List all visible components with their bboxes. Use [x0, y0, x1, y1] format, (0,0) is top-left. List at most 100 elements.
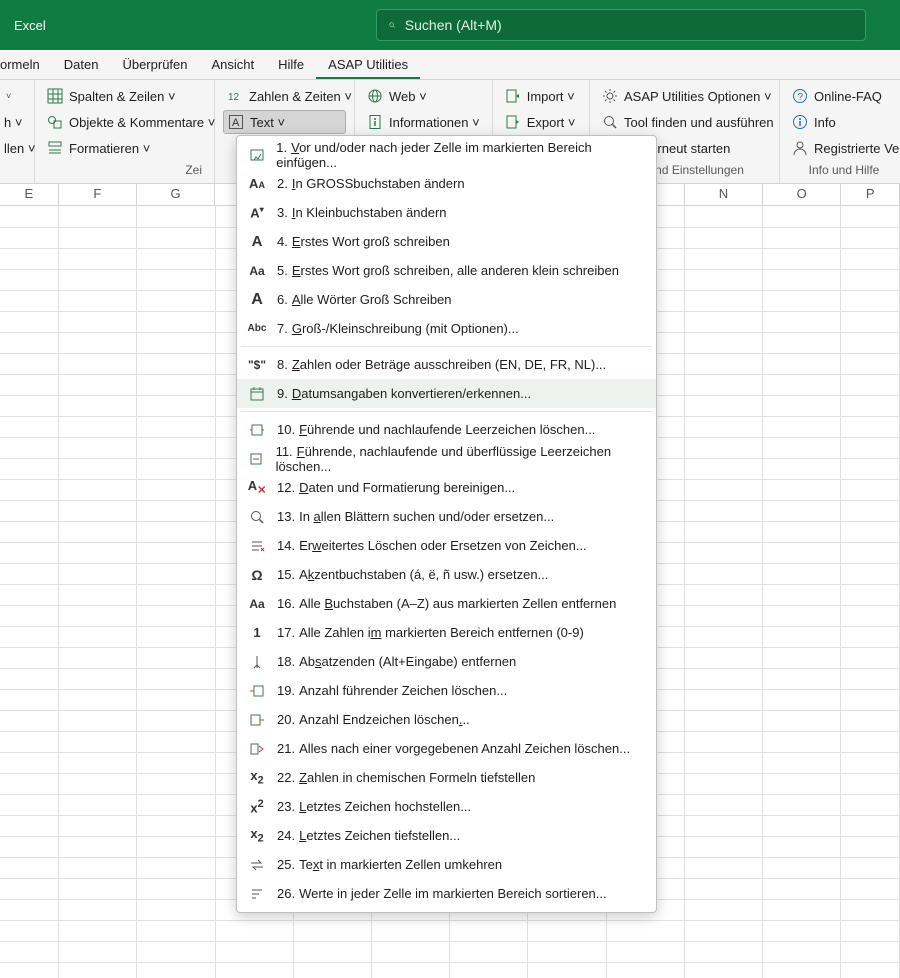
format-button[interactable]: Formatieren ˅	[43, 136, 206, 160]
cell[interactable]	[59, 437, 137, 458]
cell[interactable]	[0, 311, 59, 332]
cell[interactable]	[293, 920, 371, 941]
cell[interactable]	[0, 416, 59, 437]
cell[interactable]	[137, 248, 215, 269]
cell[interactable]	[684, 206, 762, 227]
cell[interactable]	[0, 584, 59, 605]
cell[interactable]	[59, 227, 137, 248]
cell[interactable]	[841, 689, 900, 710]
cell[interactable]	[0, 773, 59, 794]
tab-ormeln[interactable]: ormeln	[0, 51, 52, 79]
menu-item-11[interactable]: 11.Führende, nachlaufende und überflüssi…	[237, 444, 656, 473]
cell[interactable]	[59, 353, 137, 374]
cell[interactable]	[59, 962, 137, 978]
cell[interactable]	[762, 416, 840, 437]
cell[interactable]	[137, 941, 215, 962]
cell[interactable]	[0, 899, 59, 920]
cell[interactable]	[293, 941, 371, 962]
cell[interactable]	[684, 395, 762, 416]
cell[interactable]	[137, 395, 215, 416]
menu-item-22[interactable]: x222.Zahlen in chemischen Formeln tiefst…	[237, 763, 656, 792]
cell[interactable]	[841, 479, 900, 500]
cell[interactable]	[841, 626, 900, 647]
cell[interactable]	[137, 647, 215, 668]
cell[interactable]	[59, 374, 137, 395]
web-button[interactable]: Web ˅	[363, 84, 484, 108]
cell[interactable]	[684, 962, 762, 978]
cell[interactable]	[450, 920, 528, 941]
cell[interactable]	[684, 794, 762, 815]
cell[interactable]	[762, 332, 840, 353]
cell[interactable]	[684, 815, 762, 836]
cell[interactable]	[841, 920, 900, 941]
cell[interactable]	[0, 836, 59, 857]
cell[interactable]	[841, 668, 900, 689]
cell[interactable]	[841, 773, 900, 794]
cell[interactable]	[841, 374, 900, 395]
columns-rows-button[interactable]: Spalten & Zeilen ˅	[43, 84, 206, 108]
menu-item-20[interactable]: 20.Anzahl Endzeichen löschen...	[237, 705, 656, 734]
cell[interactable]	[59, 647, 137, 668]
cell[interactable]	[137, 689, 215, 710]
cell[interactable]	[59, 500, 137, 521]
cell[interactable]	[684, 563, 762, 584]
cell[interactable]	[59, 290, 137, 311]
cell[interactable]	[0, 500, 59, 521]
cell[interactable]	[0, 542, 59, 563]
cell[interactable]	[0, 689, 59, 710]
cell[interactable]	[59, 731, 137, 752]
cell[interactable]	[684, 521, 762, 542]
column-header[interactable]: O	[763, 184, 841, 206]
cell[interactable]	[841, 248, 900, 269]
cell[interactable]	[137, 962, 215, 978]
menu-item-8[interactable]: "$"8.Zahlen oder Beträge ausschreiben (E…	[237, 350, 656, 379]
cell[interactable]	[762, 479, 840, 500]
cell[interactable]	[0, 269, 59, 290]
cell[interactable]	[841, 857, 900, 878]
cell[interactable]	[762, 647, 840, 668]
menu-item-6[interactable]: A6.Alle Wörter Groß Schreiben	[237, 285, 656, 314]
cell[interactable]	[59, 542, 137, 563]
cell[interactable]	[59, 710, 137, 731]
cell[interactable]	[841, 290, 900, 311]
cell[interactable]	[684, 437, 762, 458]
cell[interactable]	[841, 395, 900, 416]
cell[interactable]	[762, 374, 840, 395]
cell[interactable]	[841, 899, 900, 920]
menu-item-19[interactable]: 19.Anzahl führender Zeichen löschen...	[237, 676, 656, 705]
tab-ansicht[interactable]: Ansicht	[200, 51, 267, 79]
cell[interactable]	[137, 773, 215, 794]
cell[interactable]	[762, 458, 840, 479]
menu-item-21[interactable]: 21.Alles nach einer vorgegebenen Anzahl …	[237, 734, 656, 763]
cell[interactable]	[841, 605, 900, 626]
cell[interactable]	[841, 269, 900, 290]
cell[interactable]	[0, 290, 59, 311]
menu-item-24[interactable]: x224.Letztes Zeichen tiefstellen...	[237, 821, 656, 850]
cell[interactable]	[371, 962, 449, 978]
cell[interactable]	[59, 479, 137, 500]
cell[interactable]	[0, 479, 59, 500]
cell[interactable]	[762, 857, 840, 878]
cell[interactable]	[841, 563, 900, 584]
cell[interactable]	[59, 941, 137, 962]
cell[interactable]	[841, 458, 900, 479]
cell[interactable]	[684, 920, 762, 941]
cell[interactable]	[528, 941, 606, 962]
menu-item-26[interactable]: 26.Werte in jeder Zelle im markierten Be…	[237, 879, 656, 908]
cell[interactable]	[762, 584, 840, 605]
cell[interactable]	[0, 605, 59, 626]
menu-item-7[interactable]: Abc7.Groß-/Kleinschreibung (mit Optionen…	[237, 314, 656, 343]
cell[interactable]	[528, 920, 606, 941]
menu-item-10[interactable]: 10.Führende und nachlaufende Leerzeichen…	[237, 415, 656, 444]
cell[interactable]	[841, 941, 900, 962]
cell[interactable]	[762, 563, 840, 584]
cell[interactable]	[841, 731, 900, 752]
cell[interactable]	[684, 584, 762, 605]
cell[interactable]	[684, 647, 762, 668]
cell[interactable]	[59, 899, 137, 920]
online-faq-button[interactable]: ? Online-FAQ	[788, 84, 900, 108]
menu-item-25[interactable]: 25.Text in markierten Zellen umkehren	[237, 850, 656, 879]
import-button[interactable]: Import ˅	[501, 84, 581, 108]
cell[interactable]	[684, 269, 762, 290]
cell[interactable]	[137, 332, 215, 353]
